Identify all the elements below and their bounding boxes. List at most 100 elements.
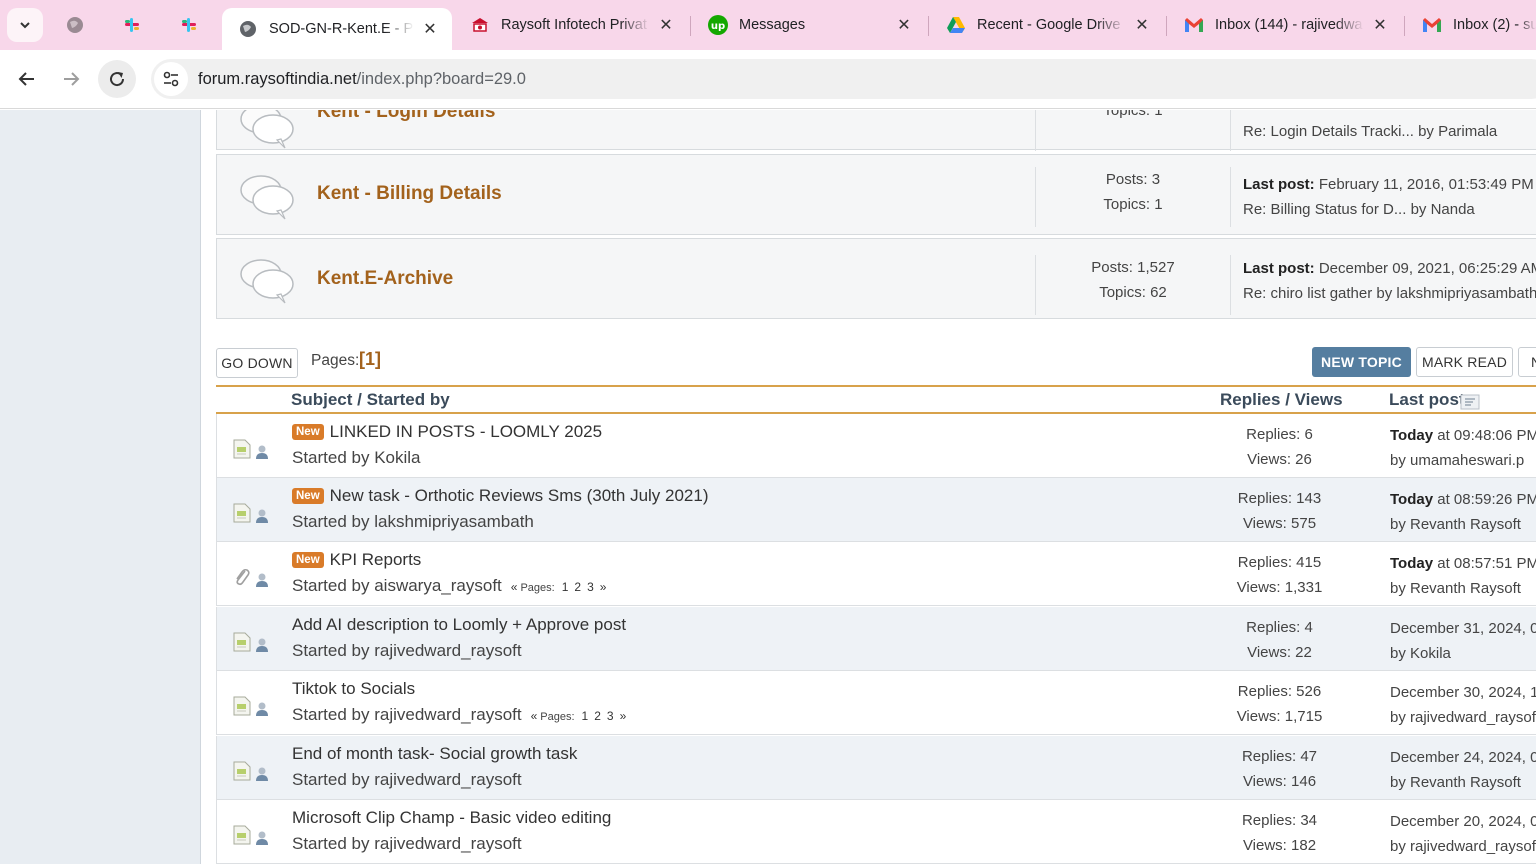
last-post-time[interactable]: at 09:48:06 PM [1433,427,1536,444]
page-link[interactable]: 2 [594,709,601,723]
topic-link[interactable]: Tiktok to Socials [292,679,415,698]
started-by-text: Started by aiswarya_raysoft [292,576,502,595]
last-post-label: Last post: [1243,260,1315,277]
last-post-author[interactable]: by rajivedward_raysoft [1390,705,1536,730]
go-down-button[interactable]: GO DOWN [216,348,298,378]
pinned-tab-globe[interactable] [60,10,90,40]
page-link[interactable]: 2 [574,580,581,594]
page-link[interactable]: 1 [582,709,589,723]
pinned-tab-slack-2[interactable] [174,10,204,40]
board-link[interactable]: Kent - Login Details [317,110,495,123]
tab-gmail-inbox[interactable]: Inbox (144) - rajivedwa ✕ [1168,0,1402,50]
tab-google-drive[interactable]: Recent - Google Drive ✕ [930,0,1164,50]
chevron-down-icon [20,22,30,29]
last-post-time[interactable]: at 08:59:26 PM [1433,491,1536,508]
tab-raysoft[interactable]: Raysoft Infotech Privat ✕ [454,0,688,50]
topic-replies: Replies: 526 [1237,683,1322,700]
last-post-author[interactable]: by rajivedward_raysoft [1390,834,1536,859]
tab-separator [928,16,929,36]
user-posted-icon [256,445,268,459]
page-expand-arrow[interactable]: « [511,580,518,594]
tab-gmail-inbox-2[interactable]: Inbox (2) - su [1406,0,1536,50]
url-text[interactable]: forum.raysoftindia.net/index.php?board=2… [198,70,526,89]
replies-views-column-header[interactable]: Replies / Views [1220,390,1343,410]
topic-views: Views: 26 [1247,451,1312,468]
topic-link[interactable]: Microsoft Clip Champ - Basic video editi… [292,808,611,827]
last-post-author[interactable]: by umamaheswari.p [1390,448,1536,473]
topic-replies: Replies: 143 [1237,490,1322,507]
mark-read-button[interactable]: MARK READ [1416,347,1513,377]
board-topics: Topics: 62 [1099,284,1167,301]
pinned-tab-slack[interactable] [117,10,147,40]
topic-row: End of month task- Social growth task St… [216,736,1536,800]
last-post-time[interactable]: December 30, 2024, 10 [1390,684,1536,701]
user-posted-icon [256,831,268,845]
reload-button[interactable] [98,60,136,98]
site-info-button[interactable] [154,62,188,96]
address-bar[interactable]: forum.raysoftindia.net/index.php?board=2… [151,59,1536,99]
topic-last-post: Today at 09:48:06 PM by umamaheswari.p [1390,423,1536,473]
browser-tab-strip: SOD-GN-R-Kent.E - Pr ✕ Raysoft Infotech … [0,0,1536,50]
page-link[interactable]: 1 [562,580,569,594]
topic-starter: Started by rajivedward_raysoft [292,770,522,790]
close-tab-icon[interactable]: ✕ [894,15,914,35]
subject-column-header[interactable]: Subject / Started by [291,390,450,410]
topic-link[interactable]: Add AI description to Loomly + Approve p… [292,615,626,634]
sort-icon[interactable] [1460,394,1480,410]
topic-link[interactable]: End of month task- Social growth task [292,744,577,763]
board-link[interactable]: Kent - Billing Details [317,183,502,205]
last-post-author[interactable]: by Revanth Raysoft [1390,576,1536,601]
topic-stats: Replies: 415 Views: 1,331 [1207,550,1352,600]
close-tab-icon[interactable]: ✕ [420,19,440,39]
tab-title: Recent - Google Drive [977,17,1121,33]
close-tab-icon[interactable]: ✕ [1132,15,1152,35]
tab-forum[interactable]: SOD-GN-R-Kent.E - Pr ✕ [222,8,452,50]
last-post-author[interactable]: by Kokila [1390,641,1536,666]
board-last-post-link[interactable]: Re: chiro list gather by lakshmipriyasam… [1243,281,1536,306]
page-expand-arrow[interactable]: » [620,709,627,723]
topic-replies: Replies: 4 [1246,619,1313,636]
back-button[interactable] [8,60,46,98]
tab-search-button[interactable] [7,8,43,42]
board-last-post-link[interactable]: Re: Billing Status for D... by Nanda [1243,197,1534,222]
notify-button[interactable]: N [1518,347,1536,377]
tab-messages[interactable]: up Messages ✕ [692,0,926,50]
arrow-left-icon [18,72,34,86]
new-badge: New [292,488,324,504]
board-stats: Topics: 1 [1035,110,1231,151]
board-last-post-link[interactable]: Re: Login Details Tracki... by Parimala [1243,119,1497,144]
board-link[interactable]: Kent.E-Archive [317,268,453,290]
topic-stats: Replies: 47 Views: 146 [1207,744,1352,794]
last-post-time[interactable]: December 24, 2024, 08 [1390,749,1536,766]
board-posts: Posts: 1,527 [1091,259,1175,276]
topic-link[interactable]: New task - Orthotic Reviews Sms (30th Ju… [330,486,709,505]
page-link[interactable]: 3 [607,709,614,723]
topic-replies: Replies: 415 [1237,554,1322,571]
pages-label: Pages: [520,582,555,594]
browser-toolbar: forum.raysoftindia.net/index.php?board=2… [0,50,1536,109]
last-post-time[interactable]: at 08:57:51 PM [1433,555,1536,572]
board-last-post: Re: Login Details Tracki... by Parimala [1243,112,1497,144]
page-link[interactable]: 3 [587,580,594,594]
topic-page-icon [233,503,251,523]
last-post-time[interactable]: December 31, 2024, 09 [1390,620,1536,637]
pages-label: Pages: [540,711,575,723]
page-expand-arrow[interactable]: » [600,580,607,594]
close-tab-icon[interactable]: ✕ [656,15,676,35]
gmail-icon [1184,15,1204,35]
forward-button[interactable] [52,60,90,98]
topic-link[interactable]: LINKED IN POSTS - LOOMLY 2025 [330,422,602,441]
last-post-column-header[interactable]: Last post [1389,390,1465,410]
new-badge: New [292,424,324,440]
tune-icon [163,71,179,87]
topic-link[interactable]: KPI Reports [330,550,422,569]
topic-row: New LINKED IN POSTS - LOOMLY 2025 Started… [216,414,1536,478]
topic-starter: Started by rajivedward_raysoft [292,834,522,854]
last-post-author[interactable]: by Revanth Raysoft [1390,512,1536,537]
new-topic-button[interactable]: NEW TOPIC [1312,347,1411,377]
close-tab-icon[interactable]: ✕ [1370,15,1390,35]
topic-page-icon [233,825,251,845]
last-post-time[interactable]: December 20, 2024, 09 [1390,813,1536,830]
page-expand-arrow[interactable]: « [531,709,538,723]
last-post-author[interactable]: by Revanth Raysoft [1390,770,1536,795]
